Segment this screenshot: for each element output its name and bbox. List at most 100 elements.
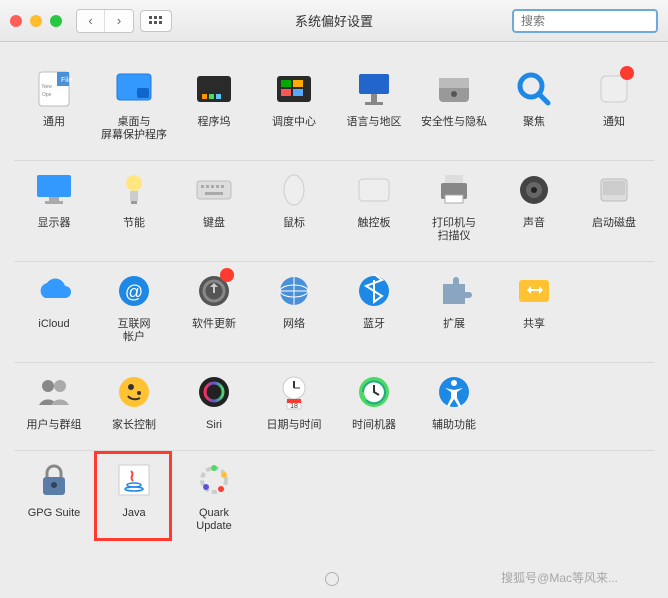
pref-label: 扩展 xyxy=(443,318,465,331)
pref-java[interactable]: Java xyxy=(94,459,174,533)
quark-icon xyxy=(193,459,235,501)
show-all-button[interactable] xyxy=(140,10,172,32)
pref-label: 互联网 帐户 xyxy=(118,318,151,344)
preferences-row: iCloud @ 互联网 帐户软件更新网络 蓝牙 扩展 共享 xyxy=(14,262,654,363)
minimize-window-button[interactable] xyxy=(30,15,42,27)
bluetooth-icon xyxy=(353,270,395,312)
search-field[interactable] xyxy=(512,9,658,33)
notification-badge xyxy=(220,268,234,282)
users-icon xyxy=(33,371,75,413)
preferences-grid: FileNewOpe通用桌面与 屏幕保护程序程序坞 调度中心 语言与地区安全性与隐私… xyxy=(0,42,668,551)
pref-quark[interactable]: Quark Update xyxy=(174,459,254,533)
pref-users[interactable]: 用户与群组 xyxy=(14,371,94,432)
notification-badge xyxy=(620,66,634,80)
pref-keyboard[interactable]: 键盘 xyxy=(174,169,254,243)
pref-general[interactable]: FileNewOpe通用 xyxy=(14,68,94,142)
pref-internet[interactable]: @ 互联网 帐户 xyxy=(94,270,174,344)
displays-icon xyxy=(33,169,75,211)
svg-text:@: @ xyxy=(125,282,143,302)
pref-label: 触控板 xyxy=(358,217,391,230)
printers-icon xyxy=(433,169,475,211)
pref-datetime[interactable]: 18日期与时间 xyxy=(254,371,334,432)
icloud-icon xyxy=(33,270,75,312)
pref-label: 共享 xyxy=(523,318,545,331)
mouse-icon xyxy=(273,169,315,211)
timemachine-icon xyxy=(353,371,395,413)
pref-parental[interactable]: 家长控制 xyxy=(94,371,174,432)
keyboard-icon xyxy=(193,169,235,211)
pref-printers[interactable]: 打印机与 扫描仪 xyxy=(414,169,494,243)
pref-desktop[interactable]: 桌面与 屏幕保护程序 xyxy=(94,68,174,142)
window-title: 系统偏好设置 xyxy=(295,11,373,30)
pref-bluetooth[interactable]: 蓝牙 xyxy=(334,270,414,344)
pref-label: 时间机器 xyxy=(352,419,396,432)
pref-language[interactable]: 语言与地区 xyxy=(334,68,414,142)
pref-accessibility[interactable]: 辅助功能 xyxy=(414,371,494,432)
pref-mouse[interactable]: 鼠标 xyxy=(254,169,334,243)
maximize-window-button[interactable] xyxy=(50,15,62,27)
pref-energy[interactable]: 节能 xyxy=(94,169,174,243)
pref-label: 辅助功能 xyxy=(432,419,476,432)
language-icon xyxy=(353,68,395,110)
datetime-icon: 18 xyxy=(273,371,315,413)
network-icon xyxy=(273,270,315,312)
svg-text:Ope: Ope xyxy=(42,92,52,98)
pref-label: 调度中心 xyxy=(272,116,316,129)
search-input[interactable] xyxy=(521,14,668,28)
pref-icloud[interactable]: iCloud xyxy=(14,270,94,344)
nav-buttons: ‹ › xyxy=(76,9,134,33)
pref-gpgsuite[interactable]: GPG Suite xyxy=(14,459,94,533)
pref-sharing[interactable]: 共享 xyxy=(494,270,574,344)
pref-label: 键盘 xyxy=(203,217,225,230)
pref-timemachine[interactable]: 时间机器 xyxy=(334,371,414,432)
pref-trackpad[interactable]: 触控板 xyxy=(334,169,414,243)
sohu-logo xyxy=(325,572,339,586)
preferences-row: 用户与群组 家长控制 Siri18日期与时间时间机器 辅助功能 xyxy=(14,363,654,451)
titlebar: ‹ › 系统偏好设置 xyxy=(0,0,668,42)
back-button[interactable]: ‹ xyxy=(77,10,105,32)
startup-icon xyxy=(593,169,635,211)
pref-label: 节能 xyxy=(123,217,145,230)
pref-siri[interactable]: Siri xyxy=(174,371,254,432)
pref-mission-control[interactable]: 调度中心 xyxy=(254,68,334,142)
pref-label: 蓝牙 xyxy=(363,318,385,331)
pref-dock[interactable]: 程序坞 xyxy=(174,68,254,142)
trackpad-icon xyxy=(353,169,395,211)
dock-icon xyxy=(193,68,235,110)
pref-spotlight[interactable]: 聚焦 xyxy=(494,68,574,142)
pref-label: 家长控制 xyxy=(112,419,156,432)
pref-label: 安全性与隐私 xyxy=(421,116,487,129)
pref-extensions[interactable]: 扩展 xyxy=(414,270,494,344)
close-window-button[interactable] xyxy=(10,15,22,27)
pref-label: 网络 xyxy=(283,318,305,331)
pref-notifications[interactable]: 通知 xyxy=(574,68,654,142)
pref-startup[interactable]: 启动磁盘 xyxy=(574,169,654,243)
gpgsuite-icon xyxy=(33,459,75,501)
preferences-row: GPG Suite Java Quark Update xyxy=(14,451,654,551)
pref-label: 显示器 xyxy=(38,217,71,230)
forward-button[interactable]: › xyxy=(105,10,133,32)
preferences-row: FileNewOpe通用桌面与 屏幕保护程序程序坞 调度中心 语言与地区安全性与隐私… xyxy=(14,60,654,161)
pref-security[interactable]: 安全性与隐私 xyxy=(414,68,494,142)
traffic-lights xyxy=(10,15,62,27)
pref-label: iCloud xyxy=(38,318,69,331)
siri-icon xyxy=(193,371,235,413)
energy-icon xyxy=(113,169,155,211)
pref-network[interactable]: 网络 xyxy=(254,270,334,344)
sound-icon xyxy=(513,169,555,211)
accessibility-icon xyxy=(433,371,475,413)
preferences-row: 显示器 节能 键盘 鼠标 触控板 打印机与 扫描仪声音 启动磁盘 xyxy=(14,161,654,262)
pref-label: GPG Suite xyxy=(28,507,81,520)
pref-label: 通知 xyxy=(603,116,625,129)
sharing-icon xyxy=(513,270,555,312)
pref-label: 鼠标 xyxy=(283,217,305,230)
pref-displays[interactable]: 显示器 xyxy=(14,169,94,243)
pref-sound[interactable]: 声音 xyxy=(494,169,574,243)
svg-text:File: File xyxy=(61,77,72,84)
pref-label: Quark Update xyxy=(196,507,231,533)
svg-text:18: 18 xyxy=(290,403,298,410)
pref-label: 程序坞 xyxy=(198,116,231,129)
pref-label: 用户与群组 xyxy=(27,419,82,432)
pref-software-update[interactable]: 软件更新 xyxy=(174,270,254,344)
pref-label: 声音 xyxy=(523,217,545,230)
